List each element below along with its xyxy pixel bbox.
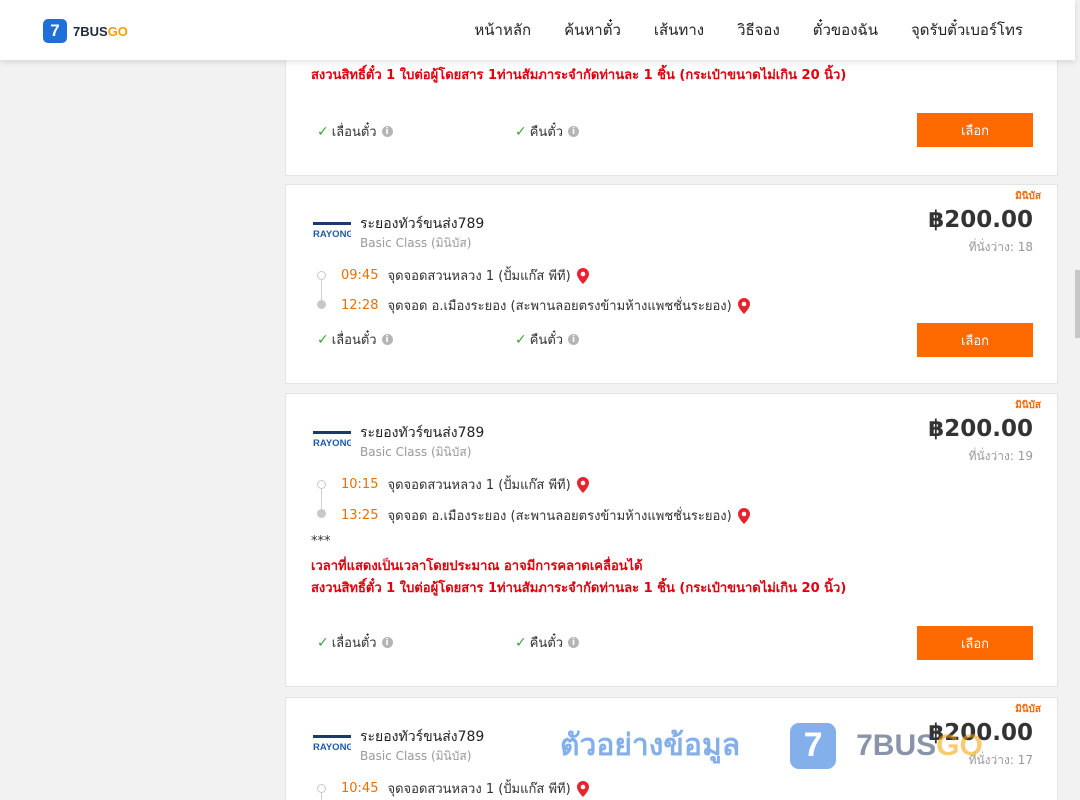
info-icon[interactable]: i <box>568 126 580 137</box>
bus-class: Basic Class (มินิบัส) <box>360 445 472 459</box>
nav-routes[interactable]: เส้นทาง <box>654 18 704 42</box>
ticket-price: ฿200.00 <box>928 207 1033 233</box>
nav-search-tickets[interactable]: ค้นหาตั๋ว <box>564 18 621 42</box>
departure-place: จุดจอดสวนหลวง 1 (ปั้มแก๊ส พีที) <box>387 269 571 284</box>
svg-text:RAYONG: RAYONG <box>313 229 351 240</box>
logo-text: 7BUSGO <box>73 23 128 39</box>
check-icon: ✓ <box>515 634 527 651</box>
operator-logo-icon: RAYONG <box>313 222 351 240</box>
vehicle-type-badge: มินิบัส <box>1015 400 1041 411</box>
depart-dot <box>317 784 326 793</box>
arrival-place: จุดจอด อ.เมืองระยอง (สะพานลอยตรงข้ามห้าง… <box>387 299 732 314</box>
check-icon: ✓ <box>515 331 527 348</box>
arrival-place: จุดจอด อ.เมืองระยอง (สะพานลอยตรงข้ามห้าง… <box>387 509 732 524</box>
departure-stop: 10:45 จุดจอดสวนหลวง 1 (ปั้มแก๊ส พีที) <box>341 778 589 799</box>
trip-card: มินิบัส RAYONG ระยองทัวร์ขนส่ง789 Basic … <box>285 393 1058 687</box>
time-warning: เวลาที่แสดงเป็นเวลาโดยประมาณ อาจมีการคลา… <box>311 559 643 574</box>
bus-class: Basic Class (มินิบัส) <box>360 749 472 763</box>
departure-stop: 10:15 จุดจอดสวนหลวง 1 (ปั้มแก๊ส พีที) <box>341 474 589 495</box>
check-icon: ✓ <box>317 123 329 140</box>
operator-logo-icon: RAYONG <box>313 431 351 449</box>
select-button[interactable]: เลือก <box>917 626 1033 660</box>
departure-time: 09:45 <box>341 268 379 283</box>
trip-note: *** <box>311 534 331 549</box>
map-pin-icon[interactable] <box>576 476 589 493</box>
timeline-line <box>321 489 322 509</box>
bus-class: Basic Class (มินิบัส) <box>360 236 472 250</box>
site-logo[interactable]: 7 7BUSGO <box>43 19 128 43</box>
trip-card: มินิบัส RAYONG ระยองทัวร์ขนส่ง789 Basic … <box>285 184 1058 384</box>
depart-dot <box>317 480 326 489</box>
ticket-price: ฿200.00 <box>928 720 1033 746</box>
main-nav: หน้าหลัก ค้นหาตั๋ว เส้นทาง วิธีจอง ตั๋วข… <box>474 18 1023 42</box>
select-button[interactable]: เลือก <box>917 113 1033 147</box>
nav-home[interactable]: หน้าหลัก <box>474 18 531 42</box>
trip-card: มินิบัส RAYONG ระยองทัวร์ขนส่ง789 Basic … <box>285 697 1058 800</box>
trip-card-partial: สงวนสิทธิ์ตั๋ว 1 ใบต่อผู้โดยสาร 1ท่านสัม… <box>285 40 1058 176</box>
check-icon: ✓ <box>317 634 329 651</box>
departure-stop: 09:45 จุดจอดสวนหลวง 1 (ปั้มแก๊ส พีที) <box>341 265 589 286</box>
seats-available: ที่นั่งว่าง: 18 <box>968 240 1033 254</box>
nav-pickup-points[interactable]: จุดรับตั๋วเบอร์โทร <box>911 18 1023 42</box>
info-icon[interactable]: i <box>568 334 580 345</box>
nav-how-to-book[interactable]: วิธีจอง <box>737 18 780 42</box>
operator-logo-icon: RAYONG <box>313 735 351 753</box>
operator-name: ระยองทัวร์ขนส่ง789 <box>360 729 485 745</box>
arrival-time: 13:25 <box>341 508 379 523</box>
operator-name: ระยองทัวร์ขนส่ง789 <box>360 425 485 441</box>
ticket-price: ฿200.00 <box>928 416 1033 442</box>
feature-refund: ✓ คืนตั๋ว i <box>515 632 580 653</box>
baggage-warning: สงวนสิทธิ์ตั๋ว 1 ใบต่อผู้โดยสาร 1ท่านสัม… <box>311 581 847 596</box>
feature-reschedule: ✓ เลื่อนตั๋ว i <box>317 632 393 653</box>
map-pin-icon[interactable] <box>576 267 589 284</box>
arrival-stop: 13:25 จุดจอด อ.เมืองระยอง (สะพานลอยตรงข้… <box>341 505 750 526</box>
info-icon[interactable]: i <box>381 334 393 345</box>
svg-text:RAYONG: RAYONG <box>313 742 351 753</box>
seats-available: ที่นั่งว่าง: 19 <box>968 449 1033 463</box>
timeline-line <box>321 793 322 800</box>
arrive-dot <box>317 509 326 518</box>
top-navbar: 7 7BUSGO หน้าหลัก ค้นหาตั๋ว เส้นทาง วิธี… <box>0 0 1075 60</box>
arrival-stop: 12:28 จุดจอด อ.เมืองระยอง (สะพานลอยตรงข้… <box>341 295 750 316</box>
vehicle-type-badge: มินิบัส <box>1015 191 1041 202</box>
departure-time: 10:45 <box>341 781 379 796</box>
feature-refund: ✓ คืนตั๋ว i <box>515 121 580 142</box>
select-button[interactable]: เลือก <box>917 323 1033 357</box>
departure-time: 10:15 <box>341 477 379 492</box>
logo-icon: 7 <box>43 19 67 43</box>
feature-refund: ✓ คืนตั๋ว i <box>515 329 580 350</box>
svg-text:RAYONG: RAYONG <box>313 438 351 449</box>
departure-place: จุดจอดสวนหลวง 1 (ปั้มแก๊ส พีที) <box>387 782 571 797</box>
check-icon: ✓ <box>317 331 329 348</box>
depart-dot <box>317 271 326 280</box>
info-icon[interactable]: i <box>381 637 393 648</box>
info-icon[interactable]: i <box>381 126 393 137</box>
map-pin-icon[interactable] <box>737 297 750 314</box>
map-pin-icon[interactable] <box>737 507 750 524</box>
operator-name: ระยองทัวร์ขนส่ง789 <box>360 216 485 232</box>
seats-available: ที่นั่งว่าง: 17 <box>968 753 1033 767</box>
feature-reschedule: ✓ เลื่อนตั๋ว i <box>317 121 393 142</box>
page-scrollbar[interactable] <box>1075 0 1080 800</box>
arrival-time: 12:28 <box>341 298 379 313</box>
arrive-dot <box>317 300 326 309</box>
scrollbar-thumb[interactable] <box>1075 270 1080 338</box>
info-icon[interactable]: i <box>568 637 580 648</box>
nav-my-tickets[interactable]: ตั๋วของฉัน <box>813 18 878 42</box>
check-icon: ✓ <box>515 123 527 140</box>
map-pin-icon[interactable] <box>576 780 589 797</box>
feature-reschedule: ✓ เลื่อนตั๋ว i <box>317 329 393 350</box>
baggage-warning: สงวนสิทธิ์ตั๋ว 1 ใบต่อผู้โดยสาร 1ท่านสัม… <box>311 68 847 83</box>
timeline-line <box>321 280 322 300</box>
departure-place: จุดจอดสวนหลวง 1 (ปั้มแก๊ส พีที) <box>387 478 571 493</box>
vehicle-type-badge: มินิบัส <box>1015 704 1041 715</box>
